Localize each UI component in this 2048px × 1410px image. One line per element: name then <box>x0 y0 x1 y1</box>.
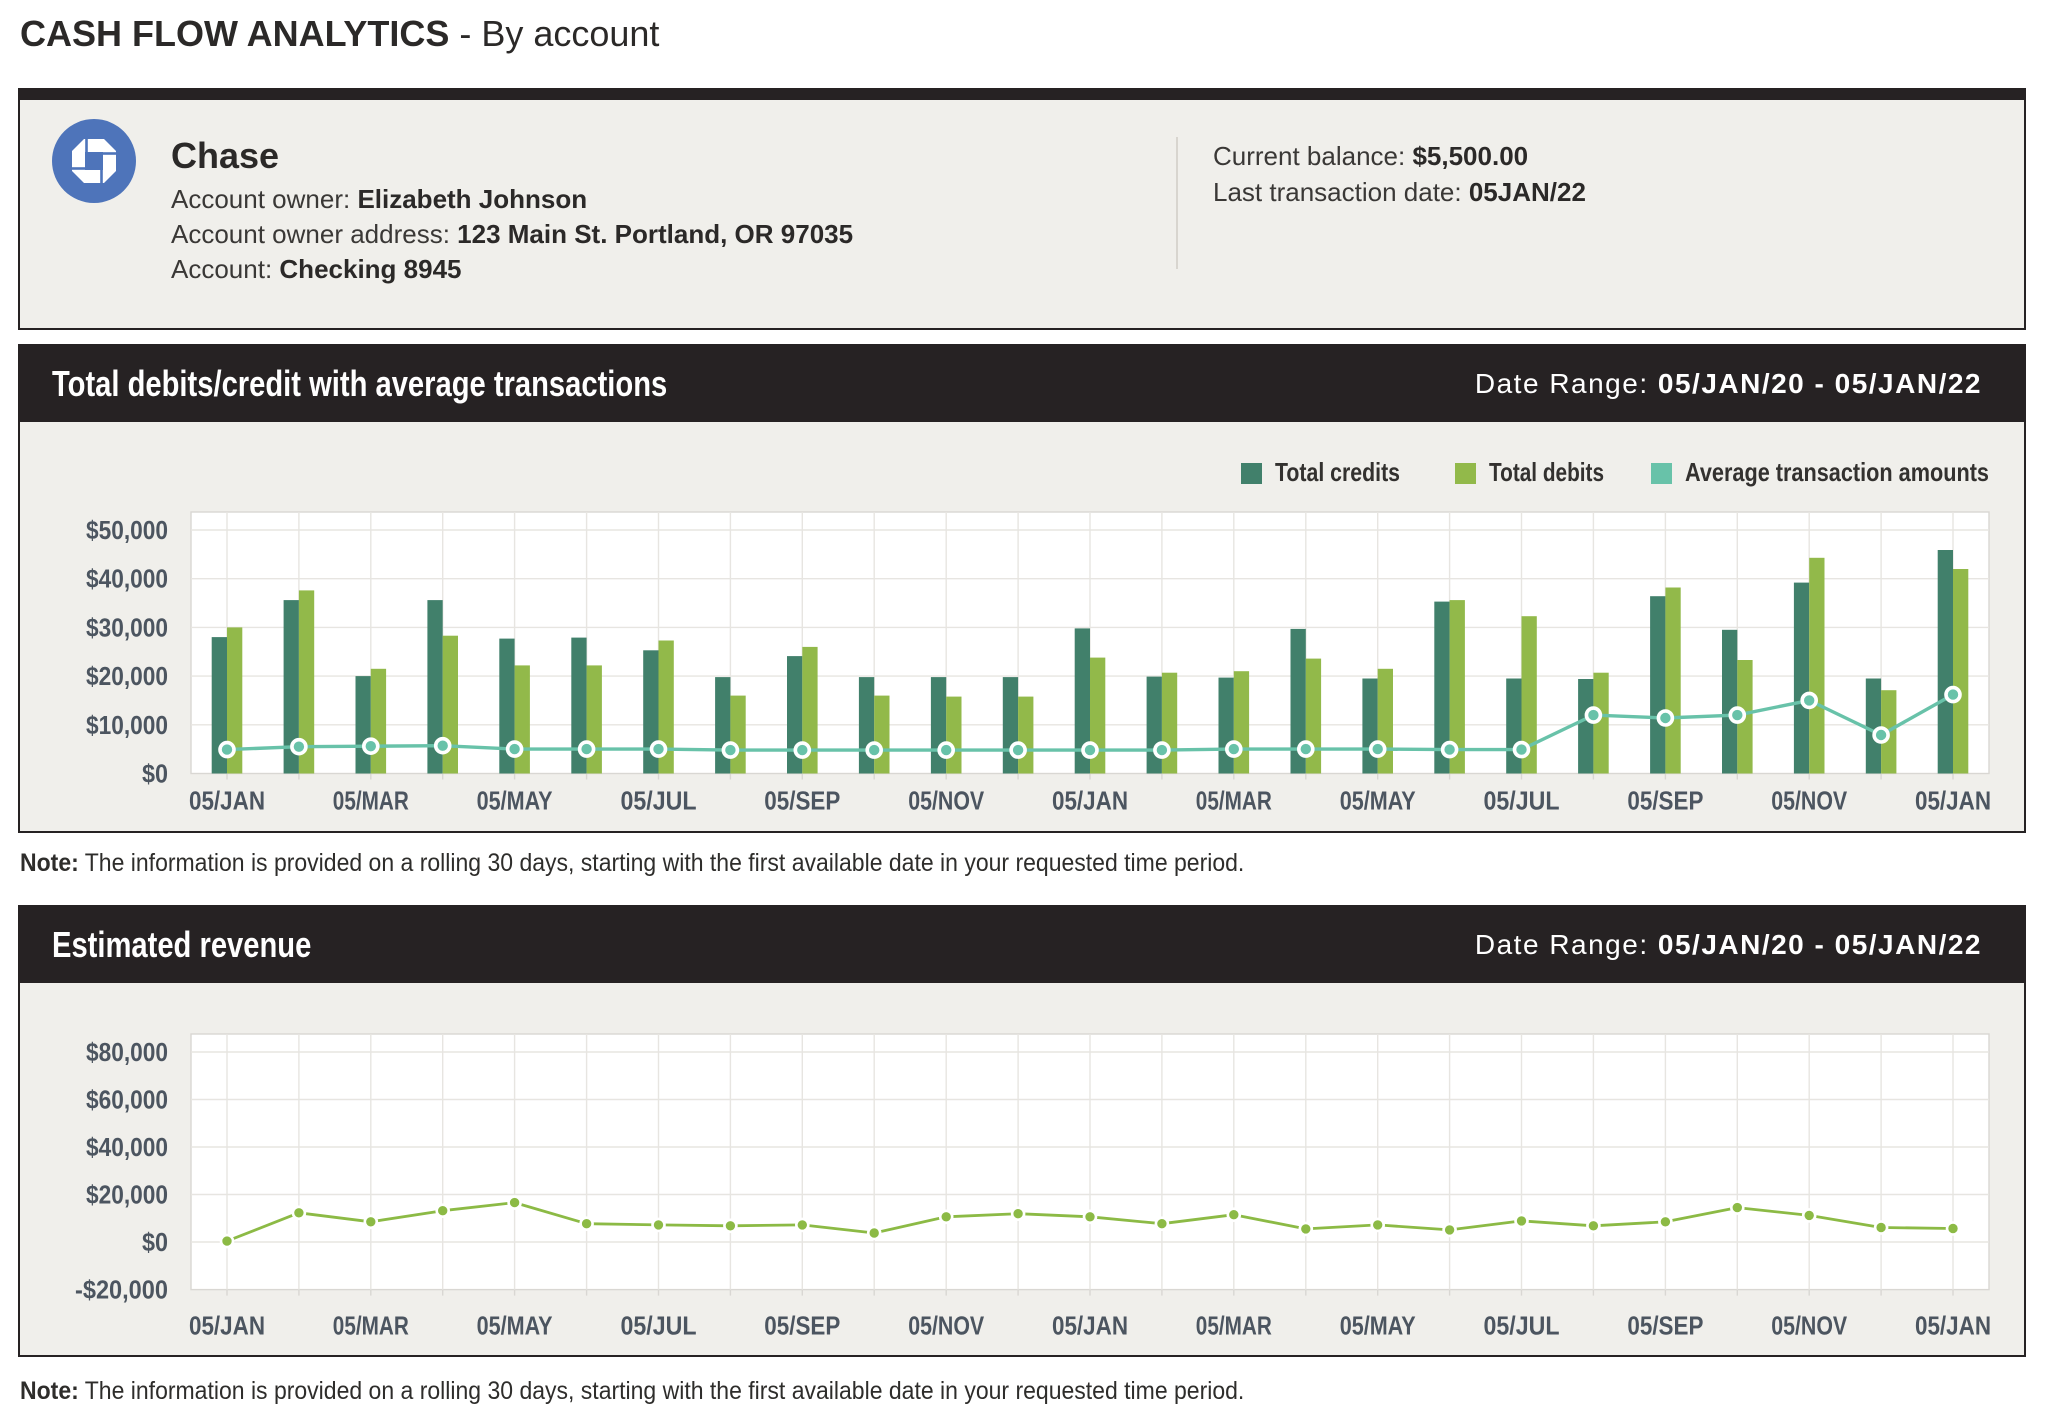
svg-text:05/JAN: 05/JAN <box>189 786 265 816</box>
svg-text:05/MAY: 05/MAY <box>477 1311 553 1341</box>
svg-text:Total debits: Total debits <box>1489 457 1604 487</box>
svg-text:05/JAN: 05/JAN <box>1052 786 1128 816</box>
svg-text:$60,000: $60,000 <box>86 1085 168 1115</box>
svg-text:-$20,000: -$20,000 <box>75 1275 168 1305</box>
svg-text:$80,000: $80,000 <box>86 1037 168 1067</box>
svg-text:05/MAY: 05/MAY <box>1340 1311 1416 1341</box>
svg-text:05/MAY: 05/MAY <box>477 786 553 816</box>
svg-text:$40,000: $40,000 <box>86 564 168 594</box>
svg-text:05/NOV: 05/NOV <box>1771 1311 1848 1341</box>
svg-text:$10,000: $10,000 <box>86 710 168 740</box>
svg-text:05/MAR: 05/MAR <box>1196 1311 1272 1341</box>
svg-text:05/JAN: 05/JAN <box>1052 1311 1128 1341</box>
svg-text:05/MAR: 05/MAR <box>333 1311 409 1341</box>
svg-text:$30,000: $30,000 <box>86 612 168 642</box>
svg-text:05/MAY: 05/MAY <box>1340 786 1416 816</box>
svg-text:05/JUL: 05/JUL <box>621 786 697 816</box>
svg-text:$50,000: $50,000 <box>86 515 168 545</box>
svg-text:05/JAN: 05/JAN <box>1915 786 1991 816</box>
svg-text:$0: $0 <box>142 759 168 789</box>
svg-text:05/NOV: 05/NOV <box>908 786 985 816</box>
svg-text:$20,000: $20,000 <box>86 661 168 691</box>
svg-text:$40,000: $40,000 <box>86 1132 168 1162</box>
svg-text:Average transaction amounts: Average transaction amounts <box>1685 457 1989 487</box>
svg-text:05/MAR: 05/MAR <box>1196 786 1272 816</box>
svg-text:05/JUL: 05/JUL <box>1484 786 1560 816</box>
svg-text:05/NOV: 05/NOV <box>1771 786 1848 816</box>
svg-text:05/SEP: 05/SEP <box>1627 1311 1703 1341</box>
svg-text:05/JAN: 05/JAN <box>1915 1311 1991 1341</box>
svg-text:05/SEP: 05/SEP <box>764 1311 840 1341</box>
svg-text:$0: $0 <box>142 1227 168 1257</box>
svg-text:05/SEP: 05/SEP <box>764 786 840 816</box>
svg-text:05/JAN: 05/JAN <box>189 1311 265 1341</box>
svg-text:Total credits: Total credits <box>1275 457 1400 487</box>
svg-text:05/MAR: 05/MAR <box>333 786 409 816</box>
svg-text:05/JUL: 05/JUL <box>1484 1311 1560 1341</box>
svg-text:05/NOV: 05/NOV <box>908 1311 985 1341</box>
svg-text:$20,000: $20,000 <box>86 1180 168 1210</box>
svg-text:05/JUL: 05/JUL <box>621 1311 697 1341</box>
svg-text:05/SEP: 05/SEP <box>1627 786 1703 816</box>
